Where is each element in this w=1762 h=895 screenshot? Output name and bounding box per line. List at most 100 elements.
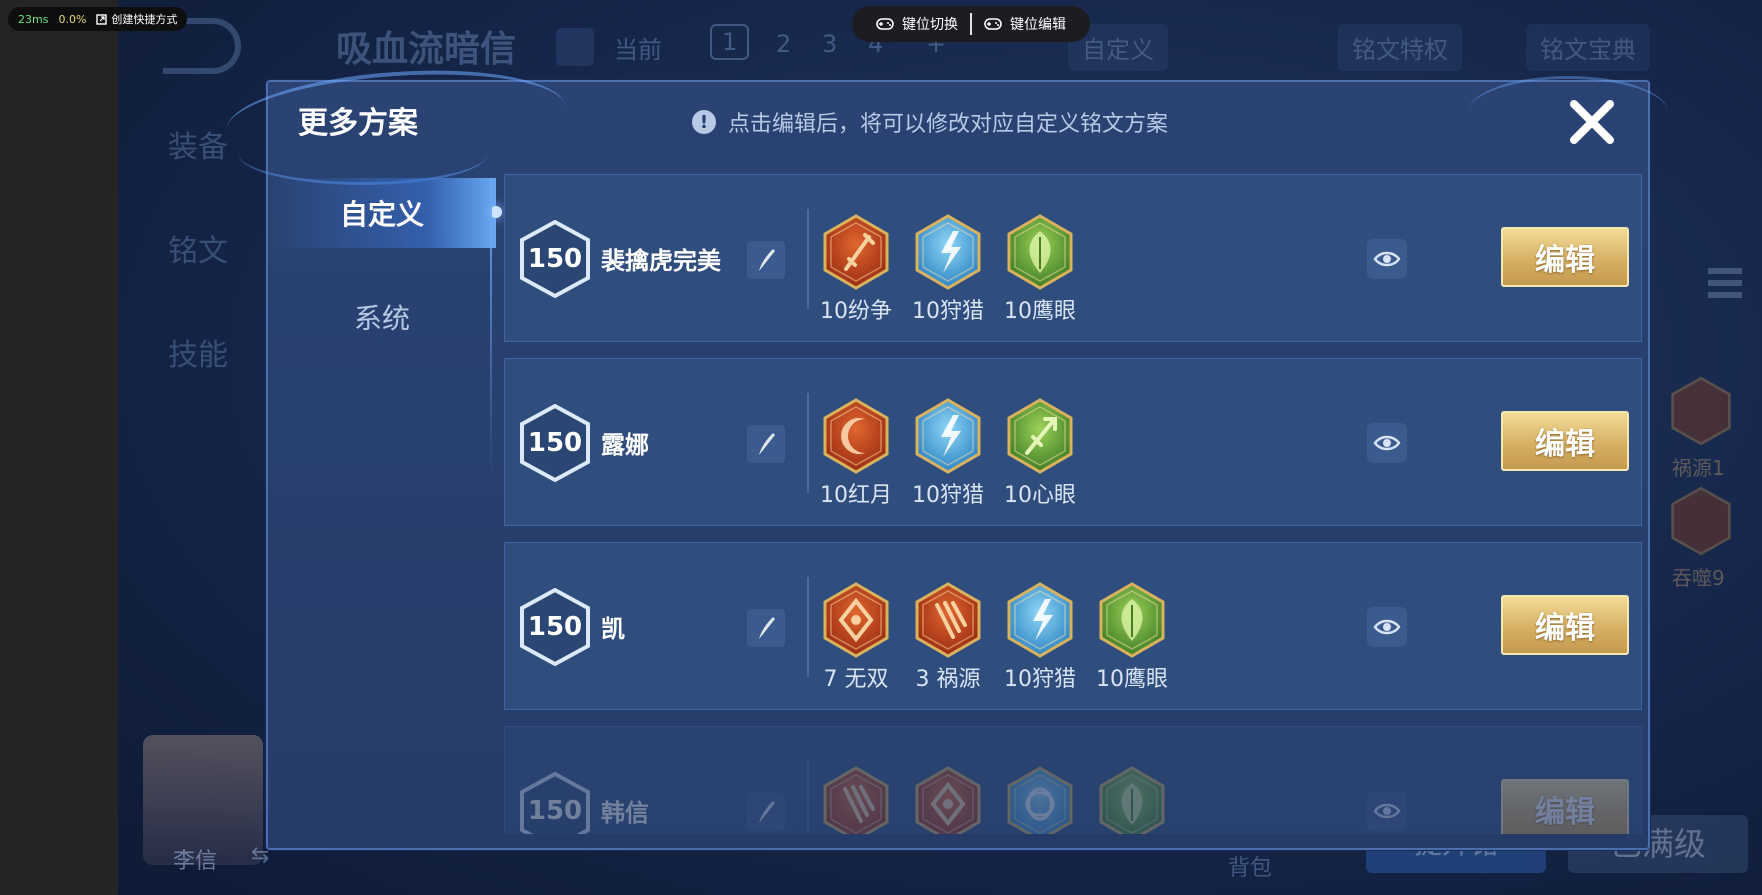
perf-overlay: 23ms 0.0% 创建快捷方式 (8, 7, 188, 31)
side-rune-label: 吞噬9 (1672, 566, 1725, 590)
rune-privilege-button[interactable]: 铭文特权 (1338, 24, 1462, 71)
rune-item[interactable]: 10狩猎 (912, 213, 984, 325)
plan-tabs: 自定义 系统 (268, 178, 502, 478)
edit-button[interactable]: 编辑 (1501, 227, 1629, 287)
notice-text: 点击编辑后，将可以修改对应自定义铭文方案 (728, 112, 1169, 137)
rune-label: 10红月 (820, 483, 892, 508)
rune-arrow-icon (1007, 398, 1073, 474)
current-label: 当前 (614, 36, 662, 64)
pencil-icon (759, 617, 775, 639)
rune-item[interactable]: 10鹰眼 (1096, 581, 1168, 693)
rune-item[interactable] (821, 765, 891, 834)
tab-system[interactable]: 系统 (268, 282, 496, 352)
page-tab-1[interactable]: 1 (710, 24, 750, 60)
plan-name: 裴擒虎完美 (601, 247, 721, 275)
rune-leaf-icon (1099, 582, 1165, 658)
row-divider (807, 393, 809, 493)
side-tab-rune[interactable]: 铭文 (168, 226, 228, 270)
rune-label: 7 无双 (823, 667, 889, 692)
plan-name: 露娜 (601, 431, 649, 459)
plan-name: 凯 (601, 615, 625, 643)
dialog-title: 更多方案 (298, 106, 418, 141)
preview-button[interactable] (1367, 607, 1407, 647)
preview-button[interactable] (1367, 791, 1407, 831)
rename-button[interactable] (747, 425, 785, 463)
rune-diamond-icon (823, 582, 889, 658)
page-tab-3[interactable]: 3 (822, 30, 837, 58)
menu-icon[interactable] (1708, 268, 1742, 302)
edit-button[interactable]: 编辑 (1501, 595, 1629, 655)
plan-level: 150 (527, 612, 583, 642)
row-divider (807, 209, 809, 309)
rune-label: 10鹰眼 (1096, 667, 1168, 692)
rune-item[interactable]: 7 无双 (821, 581, 891, 693)
rune-item[interactable] (1097, 765, 1167, 834)
edit-button[interactable]: 编辑 (1501, 779, 1629, 834)
rename-button[interactable] (747, 241, 785, 279)
hero-name: 李信 (173, 849, 218, 874)
side-rune-icon (1671, 486, 1731, 556)
rename-button[interactable] (747, 609, 785, 647)
rune-item[interactable] (1005, 765, 1075, 834)
eye-icon (1373, 251, 1401, 267)
rename-button[interactable] (747, 793, 785, 831)
rune-item[interactable] (913, 765, 983, 834)
close-icon[interactable] (1566, 96, 1618, 148)
eye-icon (1373, 803, 1401, 819)
rune-label: 10狩猎 (1004, 667, 1076, 692)
tab-custom[interactable]: 自定义 (268, 178, 502, 248)
rune-label: 10心眼 (1004, 483, 1076, 508)
plan-list[interactable]: 150 裴擒虎完美 10纷争 10狩猎 10鹰眼 编辑 150 露娜 10红月 … (504, 174, 1642, 834)
rune-item[interactable]: 10纷争 (820, 213, 892, 325)
rune-item[interactable]: 3 祸源 (913, 581, 983, 693)
row-divider (807, 761, 809, 834)
edit-notice: ! 点击编辑后，将可以修改对应自定义铭文方案 (692, 106, 1168, 138)
grid-icon[interactable] (556, 28, 594, 66)
rune-diamond-icon (915, 766, 981, 834)
info-icon: ! (692, 110, 716, 134)
rune-sword-icon (823, 214, 889, 290)
side-tab-skill[interactable]: 技能 (168, 330, 228, 374)
preview-button[interactable] (1367, 239, 1407, 279)
plan-row: 150 凯 7 无双 3 祸源 10狩猎 10鹰眼 编辑 (504, 542, 1642, 710)
create-shortcut-button[interactable]: 创建快捷方式 (96, 11, 177, 27)
rune-bolt-icon (915, 398, 981, 474)
preview-button[interactable] (1367, 423, 1407, 463)
side-rune-label: 祸源1 (1672, 456, 1725, 480)
tab-divider (490, 178, 492, 478)
pencil-icon (759, 433, 775, 455)
rune-item[interactable]: 10鹰眼 (1004, 213, 1076, 325)
plan-level: 150 (527, 428, 583, 458)
shortcut-icon (96, 13, 108, 25)
rune-label: 10鹰眼 (1004, 299, 1076, 324)
rune-item[interactable]: 10红月 (820, 397, 892, 509)
key-switch-label: 键位切换 (902, 17, 958, 33)
gamepad-icon (984, 18, 1002, 30)
side-rune-icon (1671, 376, 1731, 446)
side-tab-equipment[interactable]: 装备 (168, 122, 228, 166)
eye-icon (1373, 435, 1401, 451)
row-divider (807, 577, 809, 677)
key-edit-label: 键位编辑 (1010, 17, 1066, 33)
gamepad-icon (876, 18, 894, 30)
rune-claw-icon (915, 582, 981, 658)
rune-leaf-icon (1099, 766, 1165, 834)
tab-custom-label: 自定义 (339, 198, 424, 231)
eye-icon (1373, 619, 1401, 635)
rune-item[interactable]: 10狩猎 (1004, 581, 1076, 693)
page-tab-2[interactable]: 2 (776, 30, 791, 58)
tab-system-label: 系统 (353, 302, 410, 335)
rune-moon-icon (823, 398, 889, 474)
rune-claw-icon (823, 766, 889, 834)
rune-label: 3 祸源 (915, 667, 981, 692)
edit-button[interactable]: 编辑 (1501, 411, 1629, 471)
bag-label[interactable]: 背包 (1228, 850, 1272, 882)
rune-item[interactable]: 10狩猎 (912, 397, 984, 509)
key-edit-button[interactable]: 键位编辑 (972, 14, 1078, 34)
percent-readout: 0.0% (58, 12, 87, 26)
key-toolbar: 键位切换 键位编辑 (852, 6, 1090, 42)
rune-codex-button[interactable]: 铭文宝典 (1526, 24, 1650, 71)
rune-item[interactable]: 10心眼 (1004, 397, 1076, 509)
key-switch-button[interactable]: 键位切换 (864, 14, 970, 34)
rune-leaf-icon (1007, 214, 1073, 290)
